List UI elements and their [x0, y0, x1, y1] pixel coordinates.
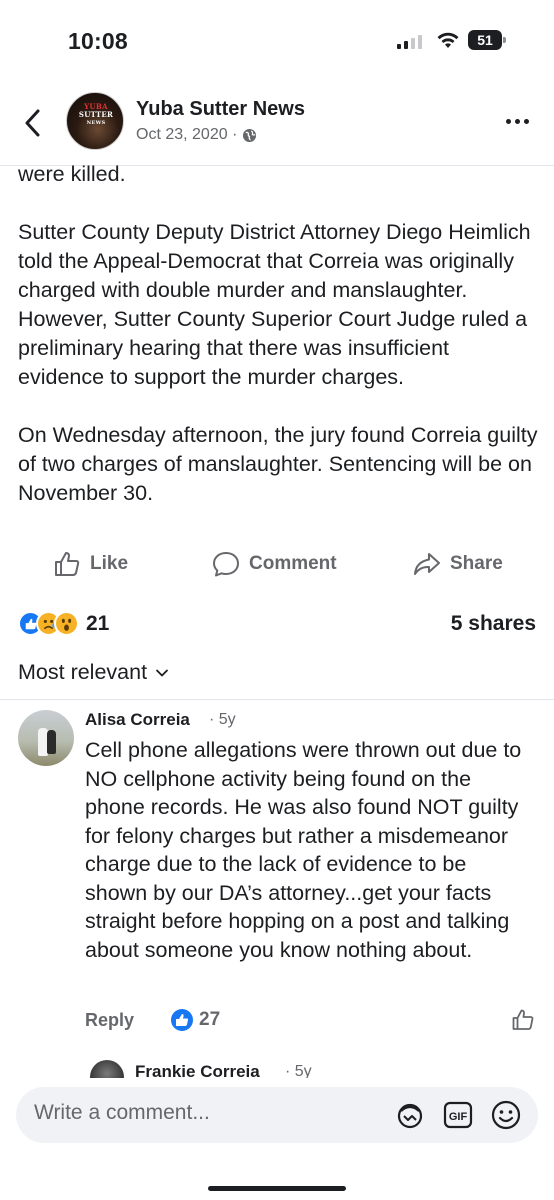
post-paragraph: were killed. [18, 162, 126, 186]
wow-reaction-icon [54, 611, 79, 636]
post-text: were killed. Sutter County Deputy Distri… [18, 160, 538, 537]
comment-like-icon[interactable] [511, 1008, 535, 1032]
share-button[interactable]: Share [413, 550, 503, 578]
comment-sort-dropdown[interactable]: Most relevant [18, 660, 169, 685]
home-indicator[interactable] [208, 1186, 346, 1191]
comment-label: Comment [249, 553, 337, 574]
more-options-icon[interactable] [506, 119, 534, 127]
comment-bubble-icon [213, 552, 239, 577]
back-chevron-icon[interactable] [20, 106, 46, 140]
globe-icon [243, 128, 257, 142]
comment-button[interactable]: Comment [212, 550, 337, 578]
page-logo: YUBA SUTTER NEWS [78, 102, 114, 127]
battery-icon: 51 [468, 30, 506, 50]
commenter-name[interactable]: Alisa Correia [85, 710, 190, 730]
divider [0, 699, 554, 700]
status-time: 10:08 [68, 28, 128, 54]
like-button[interactable]: Like [53, 550, 128, 578]
thumbs-up-icon [55, 552, 80, 576]
reply-button[interactable]: Reply [85, 1010, 134, 1031]
commenter-avatar[interactable] [18, 710, 74, 766]
post-date[interactable]: Oct 23, 2020 · [136, 126, 237, 144]
post-header: YUBA SUTTER NEWS Yuba Sutter News Oct 23… [0, 84, 554, 166]
like-label: Like [90, 553, 129, 574]
page-name[interactable]: Yuba Sutter News [136, 98, 305, 121]
comment-timestamp: · 5y [209, 711, 236, 728]
shares-count[interactable]: 5 shares [451, 612, 536, 636]
gif-icon[interactable]: GIF [442, 1099, 474, 1131]
post-paragraph: Sutter County Deputy District Attorney D… [18, 220, 531, 389]
chevron-down-icon [156, 669, 168, 676]
emoji-icon[interactable] [490, 1099, 522, 1131]
comment-text: Cell phone allegations were thrown out d… [85, 738, 522, 962]
page-avatar[interactable]: YUBA SUTTER NEWS [66, 92, 124, 150]
share-label: Share [450, 553, 503, 574]
comment-actions: Reply 27 [85, 1008, 535, 1036]
post-meta: Oct 23, 2020 · [136, 126, 257, 144]
battery-level: 51 [468, 30, 502, 50]
reaction-count: 21 [86, 611, 110, 635]
svg-text:GIF: GIF [449, 1111, 468, 1123]
sort-label: Most relevant [18, 660, 148, 684]
wifi-icon [437, 32, 459, 48]
comment-composer[interactable]: Write a comment... GIF [16, 1087, 538, 1143]
reaction-summary[interactable]: 21 [18, 611, 109, 636]
post-paragraph: On Wednesday afternoon, the jury found C… [18, 423, 538, 505]
status-bar: 10:08 51 [0, 0, 554, 84]
avatar-sticker-icon[interactable] [394, 1099, 426, 1131]
cellular-signal-icon [397, 33, 422, 49]
share-arrow-icon [414, 553, 440, 575]
comment-input[interactable]: Write a comment... [34, 1101, 374, 1125]
comment-like-count[interactable]: 27 [199, 1009, 220, 1031]
comment-like-badge-icon [171, 1009, 193, 1031]
post-action-bar: Like Comment Share [0, 550, 554, 590]
